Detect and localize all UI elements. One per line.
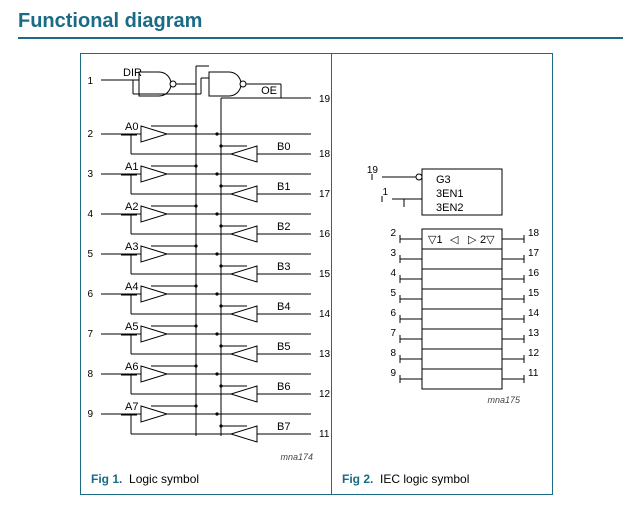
svg-text:2: 2 [87, 129, 93, 140]
svg-text:A3: A3 [125, 241, 138, 253]
iec-logic-symbol-diagram: G3 3EN1 3EN2 191 ▽1 ◁ ▷2▽ 2 18 3 17 4 16 5 15 6 14 7 13 8 12… [332, 54, 552, 469]
svg-text:A2: A2 [125, 201, 138, 213]
svg-text:7: 7 [87, 329, 93, 340]
svg-text:mna175: mna175 [487, 395, 521, 405]
svg-text:A6: A6 [125, 361, 138, 373]
svg-text:5: 5 [390, 288, 396, 299]
svg-text:3: 3 [87, 169, 93, 180]
svg-text:11: 11 [528, 368, 539, 379]
svg-text:17: 17 [528, 248, 540, 259]
svg-text:3EN1: 3EN1 [436, 188, 464, 200]
svg-text:B2: B2 [277, 221, 290, 233]
svg-text:mna174: mna174 [280, 452, 313, 462]
svg-text:B7: B7 [277, 421, 290, 433]
svg-text:B6: B6 [277, 381, 290, 393]
figure-panels: 1DIR19OE2A0B0183A1B1174A2B2165A3B3156A4B… [80, 53, 641, 495]
svg-text:4: 4 [390, 268, 396, 279]
svg-text:6: 6 [87, 289, 93, 300]
svg-text:6: 6 [390, 308, 396, 319]
title-underline [18, 37, 623, 39]
svg-text:A1: A1 [125, 161, 138, 173]
svg-text:B3: B3 [277, 261, 290, 273]
logic-symbol-diagram: 1DIR19OE2A0B0183A1B1174A2B2165A3B3156A4B… [81, 54, 331, 469]
svg-text:B0: B0 [277, 141, 290, 153]
figure-1-panel: 1DIR19OE2A0B0183A1B1174A2B2165A3B3156A4B… [80, 53, 332, 495]
svg-text:14: 14 [528, 308, 540, 319]
svg-text:2▽: 2▽ [480, 234, 495, 246]
svg-text:A7: A7 [125, 401, 138, 413]
svg-text:11: 11 [319, 429, 330, 440]
svg-text:15: 15 [528, 288, 540, 299]
svg-text:4: 4 [87, 209, 93, 220]
svg-text:▷: ▷ [468, 234, 477, 246]
svg-text:OE: OE [261, 85, 277, 97]
svg-text:7: 7 [390, 328, 396, 339]
svg-text:14: 14 [319, 309, 331, 320]
svg-text:A5: A5 [125, 321, 138, 333]
svg-text:12: 12 [319, 389, 331, 400]
figure-1-caption: Fig 1. Logic symbol [91, 472, 199, 486]
svg-text:G3: G3 [436, 174, 451, 186]
svg-text:18: 18 [528, 228, 540, 239]
svg-text:13: 13 [528, 328, 540, 339]
svg-text:9: 9 [87, 409, 93, 420]
svg-text:◁: ◁ [450, 234, 459, 246]
svg-text:3: 3 [390, 248, 396, 259]
svg-text:5: 5 [87, 249, 93, 260]
svg-text:1: 1 [87, 76, 93, 87]
svg-text:8: 8 [390, 348, 396, 359]
svg-text:B1: B1 [277, 181, 290, 193]
svg-text:16: 16 [319, 229, 331, 240]
svg-text:15: 15 [319, 269, 331, 280]
svg-text:19: 19 [319, 94, 331, 105]
figure-2-panel: G3 3EN1 3EN2 191 ▽1 ◁ ▷2▽ 2 18 3 17 4 16 5 15 6 14 7 13 8 12… [332, 53, 553, 495]
svg-text:B5: B5 [277, 341, 290, 353]
svg-text:▽1: ▽1 [428, 234, 443, 246]
svg-text:A0: A0 [125, 121, 138, 133]
svg-text:2: 2 [390, 228, 396, 239]
svg-text:19: 19 [367, 165, 379, 176]
figure-2-caption: Fig 2. IEC logic symbol [342, 472, 469, 486]
svg-text:12: 12 [528, 348, 540, 359]
svg-text:3EN2: 3EN2 [436, 202, 464, 214]
svg-text:16: 16 [528, 268, 540, 279]
svg-text:A4: A4 [125, 281, 138, 293]
page-title: Functional diagram [0, 0, 641, 37]
svg-text:1: 1 [382, 187, 388, 198]
svg-text:13: 13 [319, 349, 331, 360]
svg-text:9: 9 [390, 368, 396, 379]
svg-text:18: 18 [319, 149, 331, 160]
svg-text:B4: B4 [277, 301, 290, 313]
svg-text:8: 8 [87, 369, 93, 380]
svg-text:17: 17 [319, 189, 331, 200]
